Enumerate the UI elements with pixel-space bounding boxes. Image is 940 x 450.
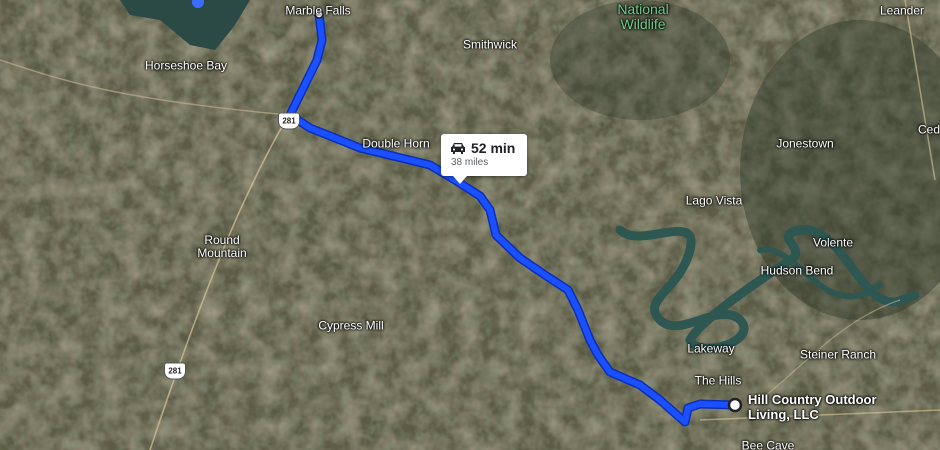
place-round-mountain[interactable]: Round Mountain [197,234,246,260]
place-marble-falls[interactable]: Marble Falls [285,4,350,18]
route-duration: 52 min [471,140,516,156]
place-smithwick[interactable]: Smithwick [463,38,517,52]
highway-shield-281: 281 [278,112,300,130]
satellite-terrain [0,0,940,450]
place-steiner-ranch[interactable]: Steiner Ranch [800,348,876,362]
route-info-callout[interactable]: 52 min 38 miles [441,134,527,184]
place-bee-cave[interactable]: Bee Cave [742,439,795,450]
highway-shield-281: 281 [164,362,186,380]
place-lago-vista[interactable]: Lago Vista [686,194,743,208]
map-view[interactable]: Marble Falls National Wildlife Leander S… [0,0,940,450]
place-national-wildlife[interactable]: National Wildlife [617,2,668,32]
place-jonestown[interactable]: Jonestown [776,137,833,151]
place-ced[interactable]: Ced [918,123,940,137]
place-hudson-bend[interactable]: Hudson Bend [761,264,834,278]
place-leander[interactable]: Leander [880,4,924,18]
destination-marker[interactable] [727,397,743,413]
place-cypress-mill[interactable]: Cypress Mill [318,319,383,333]
place-double-horn[interactable]: Double Horn [362,137,429,151]
place-lakeway[interactable]: Lakeway [687,342,734,356]
destination-label[interactable]: Hill Country Outdoor Living, LLC [748,392,877,422]
place-horseshoe-bay[interactable]: Horseshoe Bay [145,59,227,73]
place-volente[interactable]: Volente [813,236,853,250]
route-distance: 38 miles [451,157,489,168]
car-icon [451,143,465,154]
place-the-hills[interactable]: The Hills [695,374,742,388]
